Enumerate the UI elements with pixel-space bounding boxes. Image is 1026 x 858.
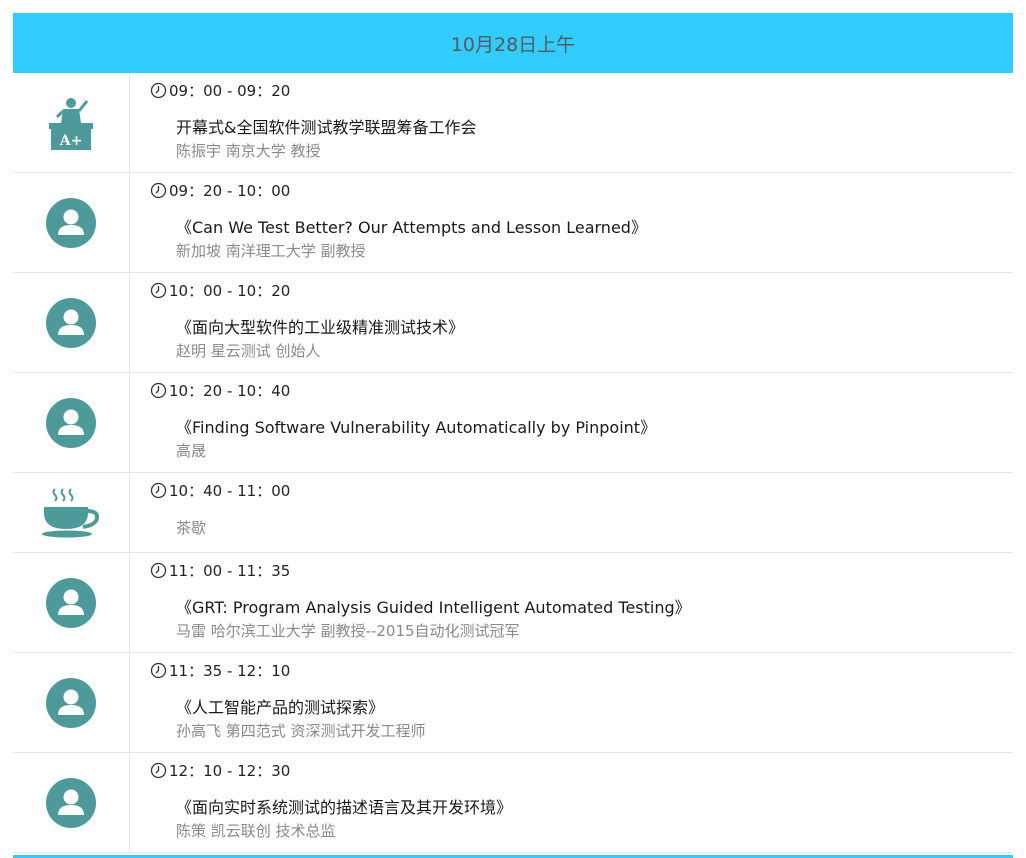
session-time-text: 11：35 - 12：10 [169,662,291,680]
schedule-panel: 10月28日上午 A+ 09：00 - 09：20 开幕式&全国软件测试教学联盟… [13,13,1013,858]
session-row: 12：10 - 12：30 《面向实时系统测试的描述语言及其开发环境》 陈策 凯… [13,753,1013,853]
session-title: 开幕式&全国软件测试教学联盟筹备工作会 [176,118,477,137]
session-content: 10：00 - 10：20 《面向大型软件的工业级精准测试技术》 赵明 星云测试… [130,273,1013,372]
svg-text:A+: A+ [59,133,83,149]
session-row: 10：20 - 10：40 《Finding Software Vulnerab… [13,373,1013,473]
session-content: 12：10 - 12：30 《面向实时系统测试的描述语言及其开发环境》 陈策 凯… [130,753,1013,852]
session-icon-cell [13,373,130,472]
session-icon-cell [13,753,130,852]
session-row: 11：00 - 11：35 《GRT: Program Analysis Gui… [13,553,1013,653]
session-title: 《面向实时系统测试的描述语言及其开发环境》 [176,798,513,817]
clock-icon [150,382,167,399]
session-title: 《GRT: Program Analysis Guided Intelligen… [176,598,691,617]
session-time: 09：20 - 10：00 [150,180,290,201]
session-title: 《Finding Software Vulnerability Automati… [176,418,657,437]
session-icon-cell [13,653,130,752]
clock-icon [150,182,167,199]
session-title: 《Can We Test Better? Our Attempts and Le… [176,218,647,237]
clock-icon [150,662,167,679]
session-content: 09：20 - 10：00 《Can We Test Better? Our A… [130,173,1013,272]
clock-icon [150,482,167,499]
schedule-header: 10月28日上午 [13,13,1013,73]
session-icon-cell [13,553,130,652]
session-icon-cell [13,473,130,552]
session-speaker: 陈振宇 南京大学 教授 [176,142,321,160]
session-time: 09：00 - 09：20 [150,80,290,101]
session-row: 11：35 - 12：10 《人工智能产品的测试探索》 孙高飞 第四范式 资深测… [13,653,1013,753]
session-time-text: 11：00 - 11：35 [169,562,291,580]
session-time: 12：10 - 12：30 [150,760,290,781]
session-content: 11：35 - 12：10 《人工智能产品的测试探索》 孙高飞 第四范式 资深测… [130,653,1013,752]
session-time: 11：35 - 12：10 [150,660,290,681]
session-time: 10：20 - 10：40 [150,380,290,401]
session-content: 10：20 - 10：40 《Finding Software Vulnerab… [130,373,1013,472]
session-title: 《人工智能产品的测试探索》 [176,698,385,717]
session-speaker: 马雷 哈尔滨工业大学 副教授--2015自动化测试冠军 [176,622,520,640]
session-time-text: 09：00 - 09：20 [169,82,291,100]
session-speaker: 新加坡 南洋理工大学 副教授 [176,242,366,260]
session-speaker: 陈策 凯云联创 技术总监 [176,822,336,840]
session-time-text: 10：20 - 10：40 [169,382,291,400]
session-row-tea-break: 10：40 - 11：00 茶歇 [13,473,1013,553]
session-row: 10：00 - 10：20 《面向大型软件的工业级精准测试技术》 赵明 星云测试… [13,273,1013,373]
session-speaker: 高晟 [176,442,207,460]
session-content: 11：00 - 11：35 《GRT: Program Analysis Gui… [130,553,1013,652]
user-avatar-icon [46,397,96,448]
session-time-text: 09：20 - 10：00 [169,182,291,200]
session-icon-cell [13,173,130,272]
session-icon-cell: A+ [13,73,130,172]
clock-icon [150,562,167,579]
session-time: 11：00 - 11：35 [150,560,290,581]
session-content: 09：00 - 09：20 开幕式&全国软件测试教学联盟筹备工作会 陈振宇 南京… [130,73,1013,172]
session-speaker: 茶歇 [176,519,207,537]
session-row: 09：20 - 10：00 《Can We Test Better? Our A… [13,173,1013,273]
clock-icon [150,762,167,779]
session-time: 10：00 - 10：20 [150,280,290,301]
session-title: 《面向大型软件的工业级精准测试技术》 [176,318,465,337]
session-time: 10：40 - 11：00 [150,480,290,501]
user-avatar-icon [46,297,96,348]
user-avatar-icon [46,197,96,248]
schedule-date-title: 10月28日上午 [450,33,576,56]
session-icon-cell [13,273,130,372]
coffee-cup-icon [41,487,101,539]
clock-icon [150,82,167,99]
user-avatar-icon [46,677,96,728]
user-avatar-icon [46,777,96,828]
session-time-text: 10：40 - 11：00 [169,482,291,500]
session-speaker: 孙高飞 第四范式 资深测试开发工程师 [176,722,426,740]
clock-icon [150,282,167,299]
session-content: 10：40 - 11：00 茶歇 [130,473,1013,552]
session-speaker: 赵明 星云测试 创始人 [176,342,321,360]
session-row: A+ 09：00 - 09：20 开幕式&全国软件测试教学联盟筹备工作会 陈振宇… [13,73,1013,173]
grade-a-plus-icon: A+ [48,95,94,151]
user-avatar-icon [46,577,96,628]
session-time-text: 10：00 - 10：20 [169,282,291,300]
session-time-text: 12：10 - 12：30 [169,762,291,780]
